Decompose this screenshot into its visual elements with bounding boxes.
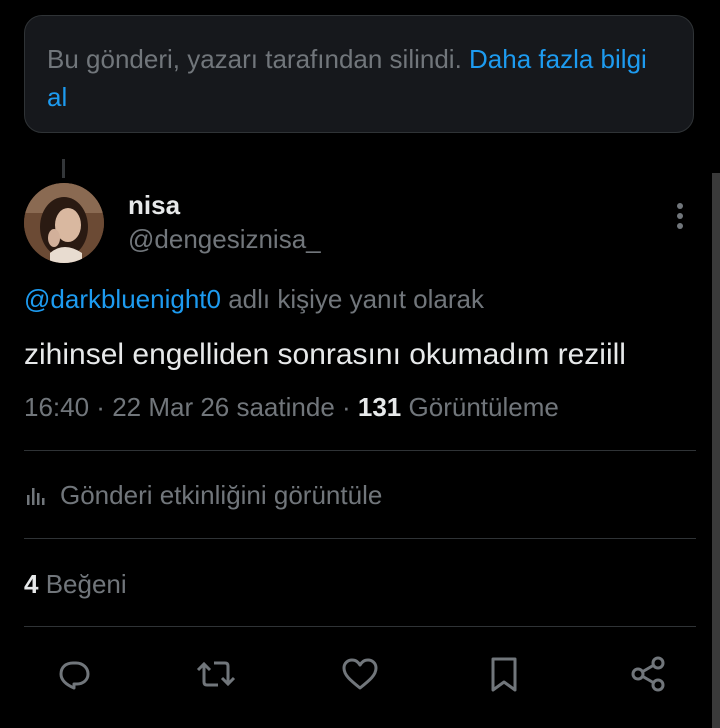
tweet-text: zihinsel engelliden sonrasını okumadım r… <box>24 338 626 371</box>
bookmark-button[interactable] <box>482 652 526 696</box>
deleted-post-notice: Bu gönderi, yazarı tarafından silindi. D… <box>24 15 694 133</box>
reply-context: @darkbluenight0 adlı kişiye yanıt olarak <box>24 284 484 315</box>
likes-summary[interactable]: 4 Beğeni <box>24 569 127 600</box>
tweet-meta: 16:40 · 22 Mar 26 saatinde · 131 Görüntü… <box>24 392 559 422</box>
divider <box>24 538 696 539</box>
avatar[interactable] <box>24 183 104 263</box>
scrollbar[interactable] <box>712 173 720 728</box>
view-activity-button[interactable]: Gönderi etkinliğini görüntüle <box>24 480 382 511</box>
author-handle[interactable]: @dengesiznisa_ <box>128 224 321 255</box>
reply-button[interactable] <box>50 652 94 696</box>
thread-connector-line <box>62 159 65 178</box>
comment-icon <box>59 661 90 690</box>
like-button[interactable] <box>338 652 382 696</box>
share-button[interactable] <box>626 652 670 696</box>
heart-icon <box>342 658 378 690</box>
more-vertical-icon[interactable] <box>662 198 698 234</box>
divider <box>24 450 696 451</box>
share-icon <box>631 656 665 692</box>
divider <box>24 626 696 627</box>
deleted-notice-text: Bu gönderi, yazarı tarafından silindi. <box>47 44 470 74</box>
views-label: Görüntüleme <box>408 392 559 422</box>
views-count: 131 <box>357 392 402 422</box>
bookmark-icon <box>491 657 517 692</box>
retweet-icon <box>196 661 236 687</box>
retweet-button[interactable] <box>194 652 238 696</box>
bar-chart-icon <box>27 487 45 505</box>
tweet-date[interactable]: 22 Mar 26 saatinde <box>112 392 335 422</box>
activity-label: Gönderi etkinliğini görüntüle <box>60 480 383 510</box>
likes-count: 4 <box>24 569 39 599</box>
likes-label: Beğeni <box>45 569 127 599</box>
reply-to-handle-link[interactable]: @darkbluenight0 <box>24 284 221 314</box>
reply-to-suffix: adlı kişiye yanıt olarak <box>220 284 484 314</box>
author-name[interactable]: nisa <box>128 190 180 221</box>
tweet-time[interactable]: 16:40 <box>24 392 89 422</box>
